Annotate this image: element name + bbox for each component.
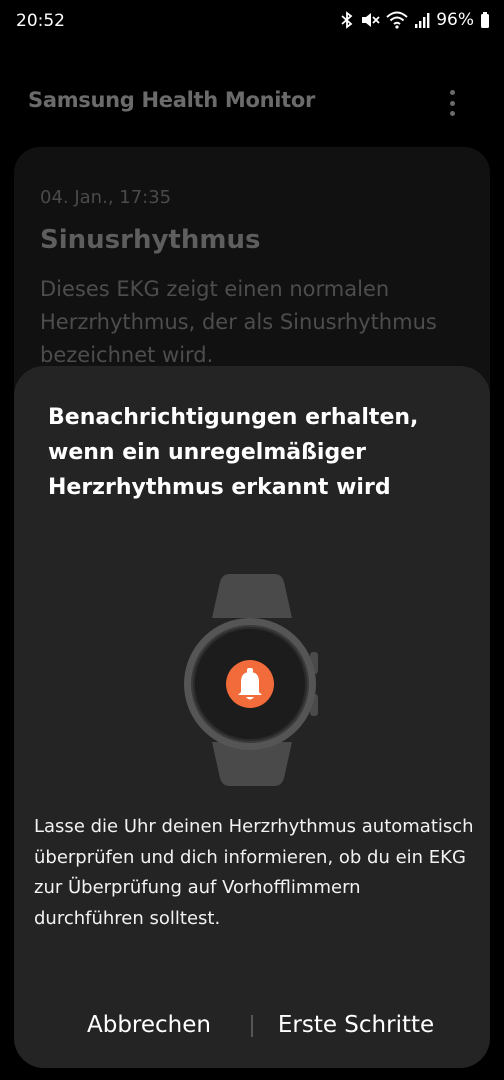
ecg-description: Dieses EKG zeigt einen normalen Herzrhyt… — [40, 277, 437, 367]
button-divider — [251, 1015, 253, 1037]
get-started-button[interactable]: Erste Schritte — [262, 1002, 450, 1048]
cancel-button[interactable]: Abbrechen — [64, 1002, 234, 1048]
status-time: 20:52 — [16, 11, 65, 31]
battery-percentage: 96% — [436, 10, 474, 30]
dialog-actions: Abbrechen Erste Schritte — [14, 994, 490, 1054]
app-title: Samsung Health Monitor — [28, 88, 316, 112]
status-bar: 20:52 96% — [0, 0, 504, 44]
bluetooth-icon — [341, 11, 353, 29]
signal-icon — [415, 13, 430, 28]
dialog-title: Benachrichtigungen erhalten, wenn ein un… — [48, 405, 419, 500]
wifi-icon — [386, 11, 408, 29]
dialog-body: Lasse die Uhr deinen Herzrhythmus automa… — [34, 816, 474, 929]
battery-icon — [481, 12, 489, 28]
watch-illustration — [184, 574, 318, 786]
app-header: Samsung Health Monitor — [0, 80, 504, 124]
mute-icon — [362, 13, 380, 27]
ecg-date: 04. Jan., 17:35 — [40, 187, 172, 208]
ecg-title: Sinusrhythmus — [40, 225, 261, 255]
status-icons: 96% — [340, 10, 490, 30]
more-vertical-icon[interactable] — [440, 88, 464, 118]
notification-dialog: Benachrichtigungen erhalten, wenn ein un… — [14, 366, 490, 1068]
